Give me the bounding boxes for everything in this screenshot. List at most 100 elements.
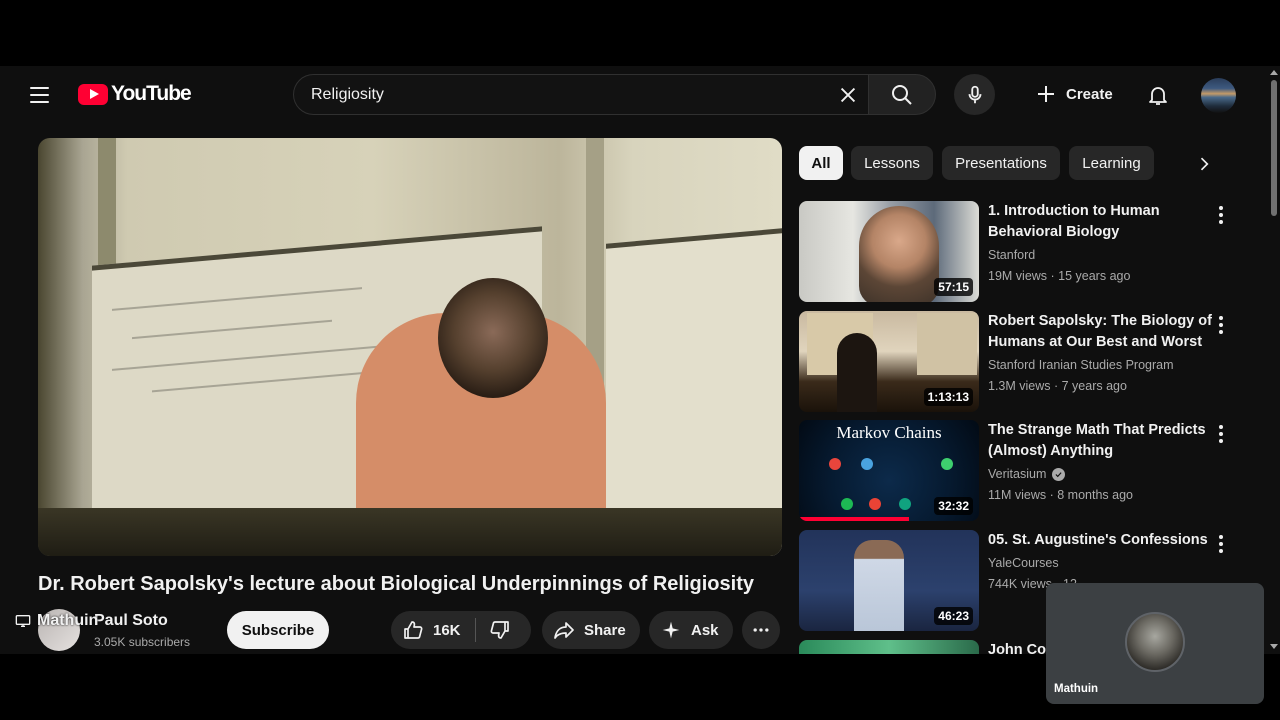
notifications-button[interactable] <box>1138 75 1178 115</box>
channel-name: Veritasium <box>988 467 1047 481</box>
bell-icon <box>1149 87 1167 105</box>
chevron-right-icon <box>1200 157 1209 171</box>
share-button[interactable]: Share <box>542 611 640 649</box>
channel-name[interactable]: Paul Soto <box>94 612 168 630</box>
like-dislike-group: 16K <box>391 611 531 649</box>
share-icon <box>554 622 574 639</box>
page-scrollbar[interactable] <box>1268 66 1280 654</box>
video-duration: 57:15 <box>934 278 973 296</box>
search-box <box>293 74 868 115</box>
video-thumbnail[interactable]: Markov Chains 32:32 <box>799 420 979 521</box>
recommendation-meta: 19M views · 15 years ago <box>988 269 1131 283</box>
thumbnail-image <box>869 498 881 510</box>
recommendation-item[interactable]: 57:15 1. Introduction to Human Behaviora… <box>799 201 1239 303</box>
like-count: 16K <box>433 621 461 639</box>
channel-name: Stanford Iranian Studies Program <box>988 358 1174 372</box>
video-duration: 1:13:13 <box>923 388 973 406</box>
recommendation-meta: 1.3M views · 7 years ago <box>988 379 1127 393</box>
video-duration: 46:23 <box>934 607 973 625</box>
presenter-overlay: Mathuin <box>15 612 98 630</box>
video-duration: 32:32 <box>934 497 973 515</box>
chip-all[interactable]: All <box>799 146 843 180</box>
participant-name: Mathuin <box>1054 683 1099 695</box>
more-horizontal-icon <box>753 628 769 632</box>
ask-button[interactable]: Ask <box>649 611 733 649</box>
search-button[interactable] <box>868 74 936 115</box>
search-icon <box>892 84 912 105</box>
thumbnail-image <box>837 333 877 412</box>
thumbnail-image <box>829 458 841 470</box>
search-input[interactable] <box>294 75 828 114</box>
recommendation-item[interactable]: 1:13:13 Robert Sapolsky: The Biology of … <box>799 311 1239 413</box>
thumbnail-image <box>854 540 904 631</box>
thumbnail-image <box>859 206 939 302</box>
video-thumbnail[interactable] <box>799 640 979 654</box>
recommendation-channel[interactable]: YaleCourses <box>988 556 1059 570</box>
video-thumbnail[interactable]: 1:13:13 <box>799 311 979 412</box>
like-button[interactable]: 16K <box>391 611 461 649</box>
watch-progress-bar <box>799 517 909 521</box>
create-button[interactable]: Create <box>1028 75 1127 113</box>
scrollbar-thumb[interactable] <box>1271 80 1277 216</box>
recommendation-meta: 11M views · 8 months ago <box>988 488 1133 502</box>
channel-name: YaleCourses <box>988 556 1059 570</box>
call-participant-tile[interactable]: Mathuin <box>1046 583 1264 704</box>
more-vertical-icon[interactable] <box>1209 203 1233 227</box>
thumbnail-image <box>917 313 977 375</box>
recommendation-channel[interactable]: Stanford <box>988 248 1035 262</box>
account-avatar[interactable] <box>1201 78 1236 113</box>
scroll-up-arrow-icon[interactable] <box>1270 70 1278 75</box>
thumbnail-image <box>899 498 911 510</box>
scroll-down-arrow-icon[interactable] <box>1270 644 1278 649</box>
masthead: YouTube Create <box>0 66 1268 124</box>
channel-name: Stanford <box>988 248 1036 262</box>
youtube-logo[interactable]: YouTube <box>78 82 192 106</box>
mic-icon <box>968 85 981 103</box>
thumb-down-icon <box>490 621 509 639</box>
recommendation-channel[interactable]: Veritasium <box>988 467 1066 481</box>
video-player[interactable] <box>38 138 782 556</box>
participant-avatar <box>1125 612 1185 672</box>
youtube-logo-icon <box>78 83 108 105</box>
logo-text: YouTube <box>111 82 192 105</box>
dislike-button[interactable] <box>476 611 512 649</box>
more-vertical-icon[interactable] <box>1209 532 1233 556</box>
video-frame-detail <box>438 278 548 398</box>
thumbnail-image <box>841 498 853 510</box>
video-frame-detail <box>38 508 782 556</box>
presenter-name: Mathuin <box>37 612 99 629</box>
chips-next-button[interactable] <box>1185 146 1223 182</box>
plus-icon <box>1038 86 1054 102</box>
video-thumbnail[interactable]: 57:15 <box>799 201 979 302</box>
subscribe-button[interactable]: Subscribe <box>227 611 329 649</box>
chip-lessons[interactable]: Lessons <box>851 146 933 180</box>
recommendation-title[interactable]: Robert Sapolsky: The Biology of Humans a… <box>988 311 1216 353</box>
thumb-up-icon <box>404 621 423 639</box>
thumbnail-text: Markov Chains <box>836 423 942 442</box>
voice-search-button[interactable] <box>954 74 995 115</box>
video-thumbnail[interactable]: 46:23 <box>799 530 979 631</box>
more-actions-button[interactable] <box>742 611 780 649</box>
subscriber-count: 3.05K subscribers <box>94 635 191 649</box>
youtube-watch-page: YouTube Create <box>0 66 1280 654</box>
recommendation-item[interactable]: Markov Chains 32:32 The Strange Math Tha… <box>799 420 1239 522</box>
thumbnail-image <box>941 458 953 470</box>
recommendation-title[interactable]: 1. Introduction to Human Behavioral Biol… <box>988 201 1216 243</box>
more-vertical-icon[interactable] <box>1209 313 1233 337</box>
video-frame-detail <box>606 228 782 544</box>
recommendation-channel[interactable]: Stanford Iranian Studies Program <box>988 358 1174 372</box>
menu-icon[interactable] <box>22 78 56 112</box>
recommendation-title[interactable]: 05. St. Augustine's Confessions <box>988 530 1216 551</box>
recommendation-title[interactable]: The Strange Math That Predicts (Almost) … <box>988 420 1216 462</box>
ask-label: Ask <box>691 621 719 639</box>
share-label: Share <box>584 621 626 639</box>
thumbnail-image <box>861 458 873 470</box>
verified-check-icon <box>1052 467 1066 481</box>
chip-learning[interactable]: Learning <box>1069 146 1154 180</box>
sparkle-icon <box>662 621 680 639</box>
clear-icon[interactable] <box>828 75 868 115</box>
more-vertical-icon[interactable] <box>1209 422 1233 446</box>
create-label: Create <box>1066 85 1113 103</box>
chip-presentations[interactable]: Presentations <box>942 146 1060 180</box>
video-title: Dr. Robert Sapolsky's lecture about Biol… <box>38 573 754 595</box>
